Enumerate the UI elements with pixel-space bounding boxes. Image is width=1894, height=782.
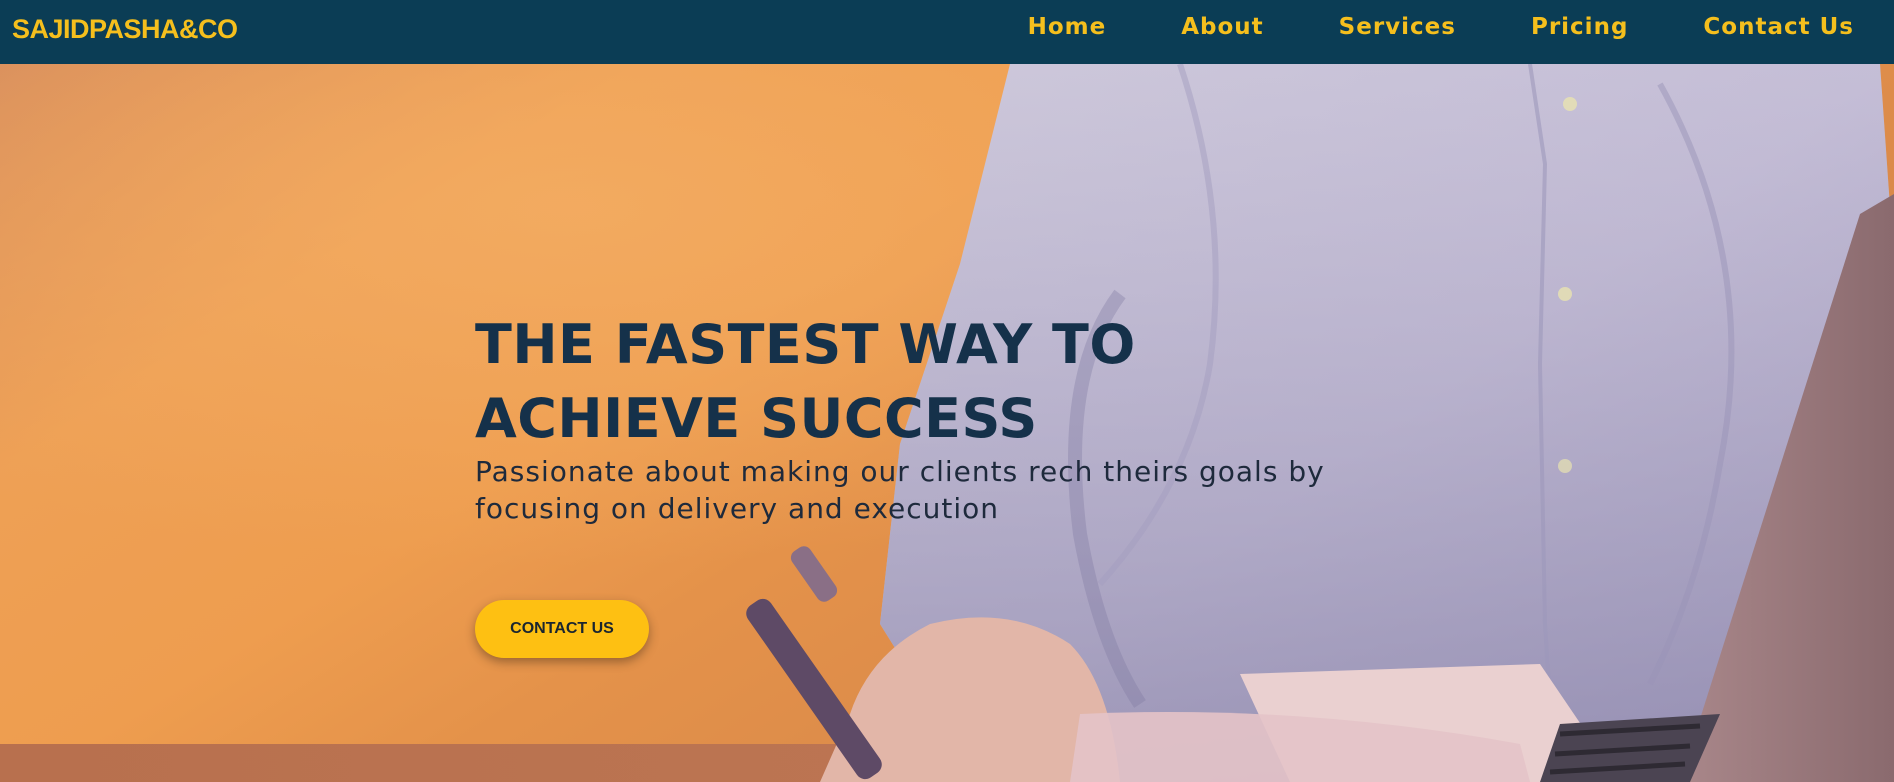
nav-link-services[interactable]: Services bbox=[1339, 14, 1456, 40]
hero-section: THE FASTEST WAY TO ACHIEVE SUCCESS Passi… bbox=[0, 64, 1894, 782]
nav-links: Home About Services Pricing Contact Us bbox=[953, 14, 1854, 40]
hero-subtitle: Passionate about making our clients rech… bbox=[475, 455, 1325, 525]
top-navbar: SAJIDPASHA&CO Home About Services Pricin… bbox=[0, 0, 1894, 64]
nav-link-home[interactable]: Home bbox=[1028, 14, 1107, 40]
brand-logo[interactable]: SAJIDPASHA&CO bbox=[12, 14, 238, 45]
nav-link-pricing[interactable]: Pricing bbox=[1531, 14, 1628, 40]
hero-title: THE FASTEST WAY TO ACHIEVE SUCCESS bbox=[475, 313, 1136, 450]
contact-us-button[interactable]: CONTACT US bbox=[475, 600, 649, 658]
nav-link-contact-us[interactable]: Contact Us bbox=[1703, 14, 1854, 40]
nav-link-about[interactable]: About bbox=[1181, 14, 1263, 40]
